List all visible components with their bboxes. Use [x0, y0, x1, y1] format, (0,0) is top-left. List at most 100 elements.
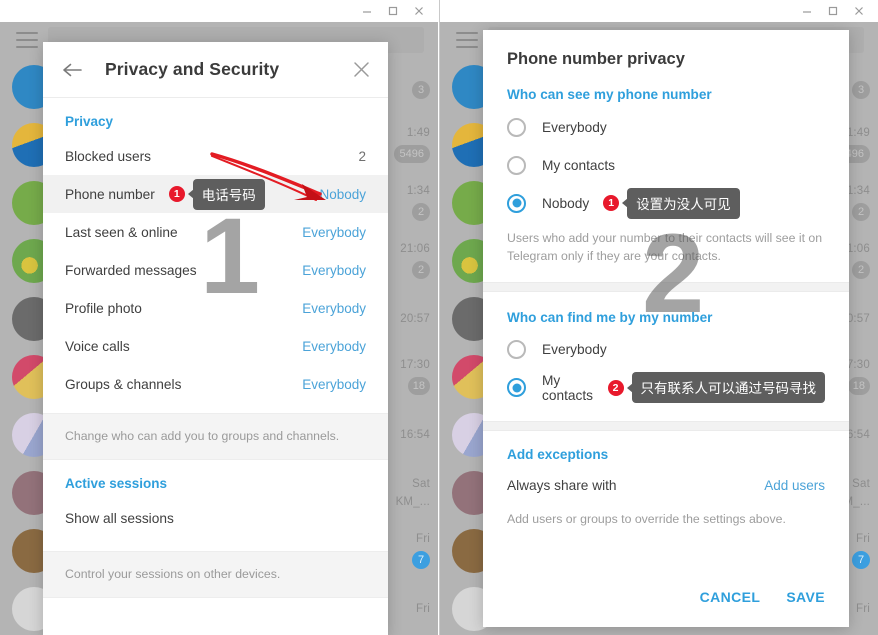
chat-timestamp: Fri	[415, 603, 430, 615]
chat-meta: Sat KM_...	[384, 478, 430, 508]
radio-option-my-contacts-find[interactable]: My contacts 2 只有联系人可以通过号码寻找	[483, 369, 849, 407]
radio-label: Nobody	[542, 195, 590, 211]
chat-timestamp: 17:30	[400, 359, 430, 371]
row-label: Last seen & online	[65, 224, 178, 240]
row-always-share-with[interactable]: Always share with Add users	[483, 468, 849, 504]
unread-badge: 18	[847, 377, 870, 395]
radio-option-everybody-see[interactable]: Everybody	[483, 108, 849, 146]
row-label: Blocked users	[65, 148, 151, 164]
annotation-tooltip: 只有联系人可以通过号码寻找	[631, 372, 825, 404]
hamburger-icon[interactable]	[16, 32, 38, 48]
maximize-icon[interactable]	[820, 1, 846, 21]
add-users-button[interactable]: Add users	[764, 478, 825, 493]
radio-icon[interactable]	[507, 340, 526, 360]
chat-timestamp: Fri	[855, 603, 870, 615]
annotation-group-phone-number: 1 电话号码	[168, 178, 265, 210]
unread-badge: 7	[412, 551, 430, 569]
radio-label: My contacts	[542, 372, 593, 403]
unread-badge: 2	[412, 261, 430, 279]
section-heading-add-exceptions[interactable]: Add exceptions	[483, 431, 849, 468]
radio-option-everybody-find[interactable]: Everybody	[483, 331, 849, 369]
radio-label: Everybody	[542, 342, 607, 358]
sessions-section-hint: Control your sessions on other devices.	[43, 551, 388, 598]
radio-icon-selected[interactable]	[507, 193, 526, 213]
dialog-header: Privacy and Security	[43, 42, 388, 98]
row-groups-and-channels[interactable]: Groups & channels Everybody	[43, 365, 388, 403]
chat-timestamp: Sat	[852, 478, 870, 490]
chat-meta: 17:30 18	[384, 359, 430, 395]
see-section-note: Users who add your number to their conta…	[507, 231, 823, 263]
phone-number-privacy-dialog: Phone number privacy Who can see my phon…	[483, 30, 849, 627]
row-value: Everybody	[302, 224, 366, 240]
annotation-tooltip: 设置为没人可见	[627, 187, 740, 219]
chat-meta: 1:49 5496	[384, 127, 430, 163]
radio-option-nobody-see[interactable]: Nobody 1 设置为没人可见	[483, 184, 849, 222]
unread-badge: 2	[412, 203, 430, 221]
row-value: Everybody	[302, 262, 366, 278]
section-heading-privacy: Privacy	[65, 114, 114, 129]
sessions-section: Active sessions Show all sessions Contro…	[43, 460, 388, 598]
annotation-badge: 1	[603, 195, 620, 211]
privacy-section-hint: Change who can add you to groups and cha…	[43, 413, 388, 460]
chat-timestamp: 1:34	[846, 185, 870, 197]
dialog-footer: CANCEL SAVE	[483, 589, 849, 627]
minimize-icon[interactable]	[354, 1, 380, 21]
maximize-icon[interactable]	[380, 1, 406, 21]
unread-badge: 18	[407, 377, 430, 395]
close-icon[interactable]	[846, 1, 872, 21]
section-divider	[483, 420, 849, 431]
chat-meta: 3	[384, 75, 430, 99]
chat-timestamp: 21:06	[400, 243, 430, 255]
row-label: Groups & channels	[65, 376, 182, 392]
close-icon[interactable]	[406, 1, 432, 21]
exceptions-note: Add users or groups to override the sett…	[507, 511, 786, 526]
chat-timestamp: 1:49	[846, 127, 870, 139]
telegram-window-right: 3 1:49 5496 1:34 2 21:06 2 20:57 17:30 1…	[439, 0, 878, 635]
row-show-all-sessions[interactable]: Show all sessions	[43, 499, 388, 537]
row-forwarded-messages[interactable]: Forwarded messages Everybody	[43, 251, 388, 289]
unread-badge: 3	[412, 81, 430, 99]
chat-meta: 1:34 2	[384, 185, 430, 221]
row-label: Forwarded messages	[65, 262, 197, 278]
back-arrow-icon[interactable]	[59, 57, 85, 83]
chat-timestamp: Fri	[415, 533, 430, 545]
save-button[interactable]: SAVE	[786, 589, 825, 605]
close-icon[interactable]	[348, 57, 374, 83]
row-last-seen-online[interactable]: Last seen & online Everybody	[43, 213, 388, 251]
hamburger-icon[interactable]	[456, 32, 478, 48]
row-blocked-users[interactable]: Blocked users 2	[43, 137, 388, 175]
titlebar-left	[0, 0, 438, 22]
unread-badge: 2	[852, 203, 870, 221]
minimize-icon[interactable]	[794, 1, 820, 21]
section-heading-who-can-see: Who can see my phone number	[507, 87, 712, 102]
page-title: Privacy and Security	[105, 59, 280, 79]
unread-badge: 3	[852, 81, 870, 99]
row-profile-photo[interactable]: Profile photo Everybody	[43, 289, 388, 327]
annotation-group-nobody: 1 设置为没人可见	[603, 187, 740, 219]
annotation-badge: 1	[168, 186, 185, 202]
annotation-badge: 2	[607, 379, 624, 396]
radio-icon[interactable]	[507, 155, 526, 175]
section-heading-active-sessions[interactable]: Active sessions	[43, 460, 388, 499]
radio-icon[interactable]	[507, 117, 526, 137]
row-label: Phone number	[65, 186, 155, 202]
chat-timestamp: Fri	[855, 533, 870, 545]
privacy-section: Privacy Blocked users 2 Phone number 1 电…	[43, 98, 388, 460]
chat-timestamp: 1:34	[406, 185, 430, 197]
chat-meta: 21:06 2	[384, 243, 430, 279]
row-value: Everybody	[302, 376, 366, 392]
row-value: Everybody	[302, 338, 366, 354]
radio-icon-selected[interactable]	[507, 378, 526, 398]
unread-badge: 7	[852, 551, 870, 569]
radio-label: Everybody	[542, 119, 607, 135]
row-label: Show all sessions	[65, 510, 174, 526]
row-value: Nobody	[319, 186, 366, 202]
cancel-button[interactable]: CANCEL	[700, 589, 761, 605]
row-phone-number[interactable]: Phone number 1 电话号码 Nobody	[43, 175, 388, 213]
row-value: 2	[358, 148, 366, 164]
privacy-and-security-dialog: Privacy and Security Privacy Blocked use…	[43, 42, 388, 635]
radio-option-my-contacts-see[interactable]: My contacts	[483, 146, 849, 184]
chat-meta: Fri 7	[384, 533, 430, 569]
row-value: Everybody	[302, 300, 366, 316]
row-voice-calls[interactable]: Voice calls Everybody	[43, 327, 388, 365]
